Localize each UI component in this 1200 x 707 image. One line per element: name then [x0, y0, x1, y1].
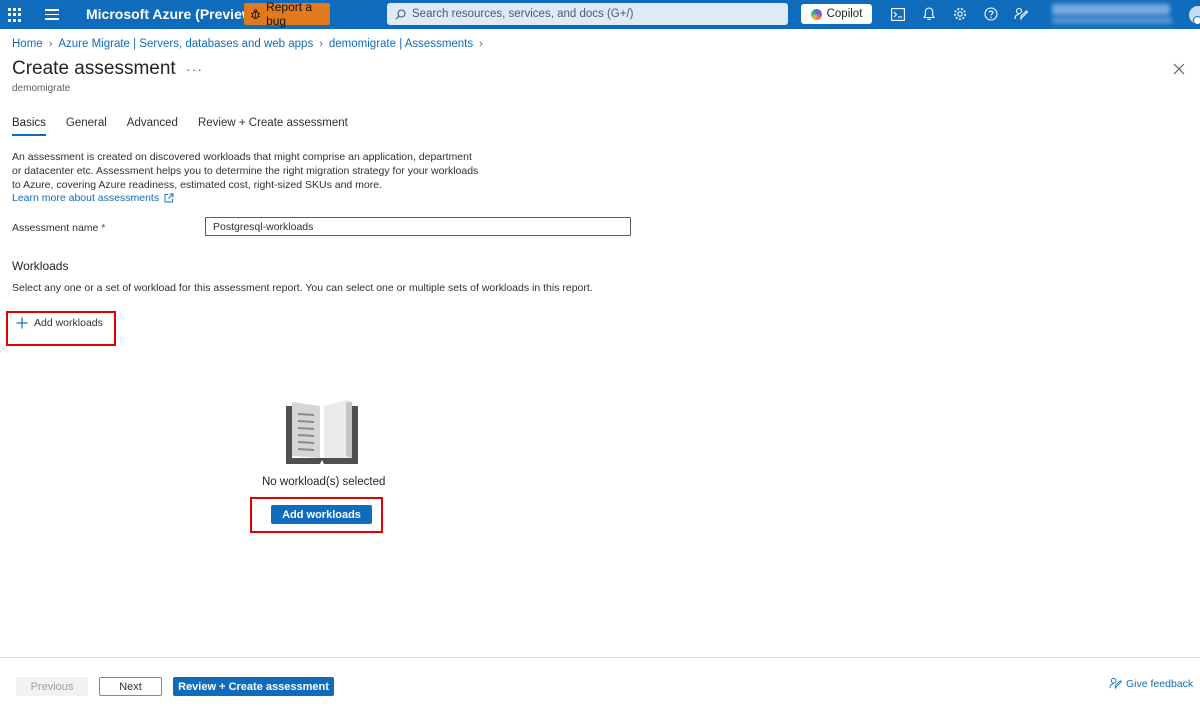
report-bug-button[interactable]: Report a bug: [244, 0, 330, 28]
breadcrumb: Home › Azure Migrate | Servers, database…: [12, 38, 489, 50]
copilot-icon: [810, 8, 822, 20]
breadcrumb-azure-migrate[interactable]: Azure Migrate | Servers, databases and w…: [58, 38, 313, 50]
account-info[interactable]: [1048, 2, 1188, 27]
help-icon[interactable]: [982, 5, 1000, 23]
report-bug-label: Report a bug: [266, 0, 313, 28]
close-icon[interactable]: [1172, 62, 1186, 76]
highlight-box-add-button: [250, 497, 383, 533]
highlight-box-add-link: [6, 311, 116, 346]
page-subtitle: demomigrate: [12, 83, 71, 94]
copilot-label: Copilot: [826, 8, 863, 20]
top-bar: Microsoft Azure (Preview) Report a bug S…: [0, 0, 1200, 29]
feedback-icon[interactable]: [1012, 5, 1030, 23]
review-create-button[interactable]: Review + Create assessment: [173, 677, 334, 696]
page-title: Create assessment: [12, 58, 176, 79]
assessment-description: An assessment is created on discovered w…: [12, 151, 479, 191]
waffle-icon[interactable]: [6, 6, 24, 24]
chevron-right-icon: ›: [48, 38, 53, 50]
more-options-icon[interactable]: ···: [186, 61, 203, 77]
wizard-tabs: Basics General Advanced Review + Create …: [12, 117, 368, 136]
chevron-right-icon: ›: [319, 38, 323, 50]
tab-review-create[interactable]: Review + Create assessment: [198, 117, 348, 136]
copilot-button[interactable]: Copilot: [801, 4, 872, 24]
search-placeholder: Search resources, services, and docs (G+…: [412, 8, 634, 20]
assessment-name-label: Assessment name *: [12, 222, 106, 234]
cloud-shell-icon[interactable]: [889, 5, 907, 23]
workloads-title: Workloads: [12, 259, 69, 273]
chevron-right-icon: ›: [479, 38, 483, 50]
footer-divider: [0, 657, 1200, 658]
next-button[interactable]: Next: [99, 677, 162, 696]
external-link-icon: [164, 193, 174, 203]
give-feedback-link[interactable]: Give feedback: [1109, 677, 1193, 690]
learn-more-link[interactable]: Learn more about assessments: [12, 192, 174, 204]
avatar-badge-icon: [1193, 16, 1200, 25]
learn-more-label: Learn more about assessments: [12, 192, 160, 204]
portal-brand[interactable]: Microsoft Azure (Preview): [86, 6, 257, 22]
notifications-icon[interactable]: [920, 5, 938, 23]
previous-button[interactable]: Previous: [16, 677, 88, 696]
assessment-name-input[interactable]: [205, 217, 631, 236]
tab-advanced[interactable]: Advanced: [127, 117, 178, 136]
search-icon: [395, 8, 406, 19]
feedback-person-icon: [1109, 677, 1122, 690]
settings-icon[interactable]: [951, 5, 969, 23]
global-search[interactable]: Search resources, services, and docs (G+…: [387, 3, 788, 25]
required-marker: *: [101, 222, 106, 234]
open-book-icon: [286, 400, 358, 464]
bug-icon: [250, 9, 261, 19]
hamburger-icon[interactable]: [45, 9, 59, 20]
breadcrumb-home[interactable]: Home: [12, 38, 43, 50]
tab-general[interactable]: General: [66, 117, 107, 136]
empty-state-text: No workload(s) selected: [262, 476, 386, 488]
give-feedback-label: Give feedback: [1126, 677, 1194, 690]
tab-basics[interactable]: Basics: [12, 117, 46, 136]
workloads-description: Select any one or a set of workload for …: [12, 282, 593, 294]
breadcrumb-assessments[interactable]: demomigrate | Assessments: [329, 38, 473, 50]
